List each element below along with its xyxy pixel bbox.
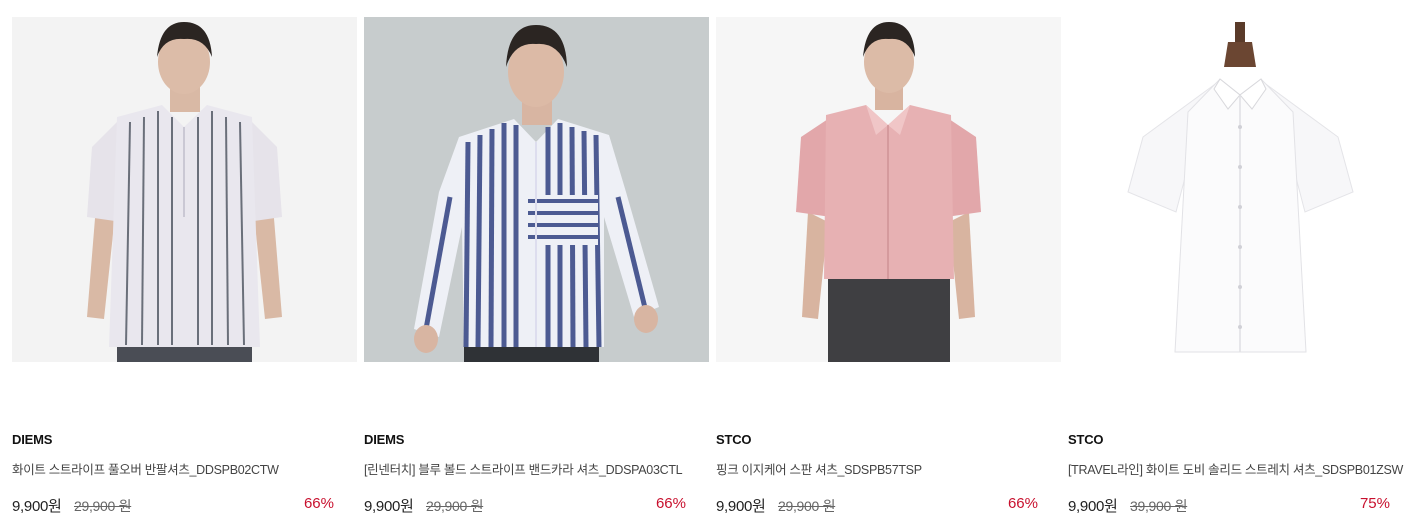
product-name[interactable]: [TRAVEL라인] 화이트 도비 솔리드 스트레치 셔츠_SDSPB01ZSW (1068, 459, 1413, 478)
brand-name: STCO (1068, 432, 1104, 447)
product-photo-white-mannequin-shirt (1068, 17, 1413, 362)
brand-name: DIEMS (364, 432, 405, 447)
product-photo-white-stripe-shirt (12, 17, 357, 362)
product-name[interactable]: [린넨터치] 블루 볼드 스트라이프 밴드카라 셔츠_DDSPA03CTL (364, 459, 709, 478)
price-row: 9,900원 29,900 원 66% (12, 495, 334, 515)
price-row: 9,900원 29,900 원 66% (364, 495, 686, 515)
discount-rate: 66% (303, 495, 334, 512)
original-price: 29,900 원 (74, 498, 132, 514)
product-card[interactable]: STCO [TRAVEL라인] 화이트 도비 솔리드 스트레치 셔츠_SDSPB… (1068, 17, 1413, 515)
discount-rate: 66% (1007, 495, 1038, 512)
product-name[interactable]: 화이트 스트라이프 풀오버 반팔셔츠_DDSPB02CTW (12, 459, 357, 478)
sale-price: 9,900원 (364, 498, 414, 515)
product-photo-pink-shirt (716, 17, 1061, 362)
sale-price: 9,900원 (1068, 498, 1118, 515)
product-grid: DIEMS 화이트 스트라이프 풀오버 반팔셔츠_DDSPB02CTW 9,90… (0, 0, 1417, 528)
original-price: 29,900 원 (426, 498, 484, 514)
brand-name: DIEMS (12, 432, 53, 447)
discount-rate: 75% (1359, 495, 1390, 512)
sale-price: 9,900원 (12, 498, 62, 515)
price-row: 9,900원 29,900 원 66% (716, 495, 1038, 515)
product-image[interactable] (716, 17, 1061, 362)
product-card[interactable]: STCO 핑크 이지케어 스판 셔츠_SDSPB57TSP 9,900원 29,… (716, 17, 1061, 515)
product-image[interactable] (1068, 17, 1413, 362)
original-price: 39,900 원 (1130, 498, 1188, 514)
product-image[interactable] (364, 17, 709, 362)
product-card[interactable]: DIEMS 화이트 스트라이프 풀오버 반팔셔츠_DDSPB02CTW 9,90… (12, 17, 357, 515)
sale-price: 9,900원 (716, 498, 766, 515)
product-card[interactable]: DIEMS [린넨터치] 블루 볼드 스트라이프 밴드카라 셔츠_DDSPA03… (364, 17, 709, 515)
product-photo-blue-stripe-shirt (364, 17, 709, 362)
product-image[interactable] (12, 17, 357, 362)
brand-name: STCO (716, 432, 752, 447)
original-price: 29,900 원 (778, 498, 836, 514)
product-name[interactable]: 핑크 이지케어 스판 셔츠_SDSPB57TSP (716, 459, 1061, 478)
discount-rate: 66% (655, 495, 686, 512)
price-row: 9,900원 39,900 원 75% (1068, 495, 1390, 515)
